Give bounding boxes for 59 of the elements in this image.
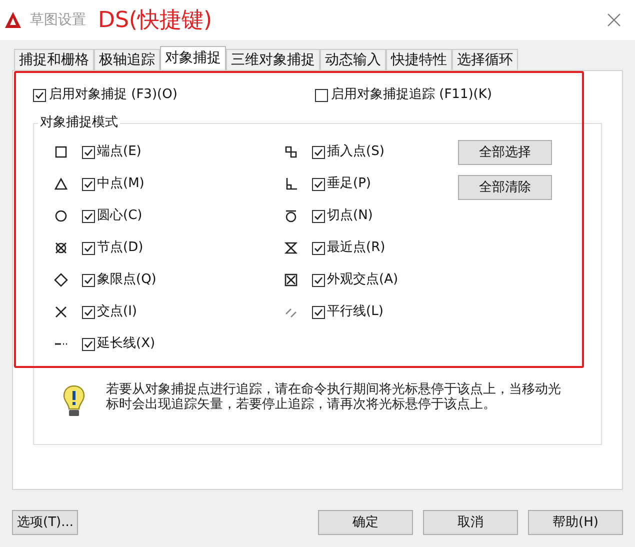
checkbox-label: 最近点(R) [327, 239, 386, 258]
checkbox-label: 外观交点(A) [327, 271, 398, 290]
tab[interactable]: 选择循环 [452, 49, 518, 70]
checkbox[interactable] [82, 146, 95, 158]
circle-icon [54, 209, 68, 223]
insertion-icon [284, 145, 298, 159]
checkbox-label: 节点(D) [97, 239, 144, 258]
checkbox[interactable] [82, 274, 95, 286]
checkbox[interactable] [82, 306, 95, 318]
checkbox[interactable] [82, 242, 95, 254]
checkbox[interactable] [312, 242, 325, 254]
crossed-circle-icon [54, 241, 68, 255]
checkbox-label: 平行线(L) [327, 303, 384, 322]
checkbox[interactable] [312, 146, 325, 158]
checkbox[interactable] [312, 306, 325, 318]
dialog-button[interactable]: 确定 [318, 510, 413, 535]
info-text: 若要从对象捕捉点进行追踪，请在命令执行期间将光标悬停于该点上，当移动光标时会出现追踪矢量，若要停止追踪，请再次将光标悬停于该点上。 [106, 382, 561, 412]
checkbox[interactable] [312, 210, 325, 222]
app-logo-icon [4, 11, 22, 29]
checkbox[interactable] [312, 178, 325, 190]
square-icon [54, 145, 68, 159]
checkbox[interactable] [82, 178, 95, 190]
tab[interactable]: 快捷特性 [386, 49, 452, 70]
checkbox[interactable] [82, 338, 95, 350]
checkbox-label: 象限点(Q) [97, 271, 156, 290]
crossed-square-icon [284, 273, 298, 287]
checkbox[interactable] [82, 210, 95, 222]
close-icon[interactable] [607, 13, 621, 27]
checkbox-label: 圆心(C) [97, 207, 142, 226]
annotation-text: DS(快捷键) [98, 6, 212, 34]
diamond-icon [54, 273, 68, 287]
triangle-icon [54, 177, 68, 191]
checkbox-label: 端点(E) [97, 143, 142, 162]
checkbox-label: 中点(M) [97, 175, 144, 194]
checkbox-label: 启用对象捕捉追踪 (F11)(K) [331, 86, 492, 104]
perpendicular-icon [284, 177, 298, 191]
checkbox-label: 交点(I) [97, 303, 137, 322]
checkbox-label: 切点(N) [327, 207, 373, 226]
tab[interactable]: 动态输入 [320, 49, 386, 70]
window-title: 草图设置 [30, 10, 86, 30]
tab[interactable]: 三维对象捕捉 [226, 49, 320, 70]
hourglass-icon [284, 241, 298, 255]
checkbox-label: 延长线(X) [97, 335, 156, 354]
checkbox[interactable] [33, 88, 46, 102]
checkbox[interactable] [315, 88, 328, 102]
snap-mode-button[interactable]: 全部清除 [458, 175, 552, 200]
tab[interactable]: 极轴追踪 [94, 49, 160, 70]
snap-mode-button[interactable]: 全部选择 [458, 140, 552, 165]
tab[interactable]: 对象捕捉 [160, 46, 226, 70]
checkbox-label: 启用对象捕捉 (F3)(O) [49, 86, 178, 104]
dialog-button[interactable]: 帮助(H) [528, 510, 623, 535]
options-button[interactable]: 选项(T)... [12, 510, 78, 535]
tab[interactable]: 捕捉和栅格 [14, 49, 94, 70]
checkbox-label: 插入点(S) [327, 143, 384, 162]
checkbox-label: 垂足(P) [327, 175, 371, 194]
dialog-button[interactable]: 取消 [423, 510, 518, 535]
cross-icon [54, 305, 68, 319]
tangent-icon [284, 209, 298, 223]
checkbox[interactable] [312, 274, 325, 286]
